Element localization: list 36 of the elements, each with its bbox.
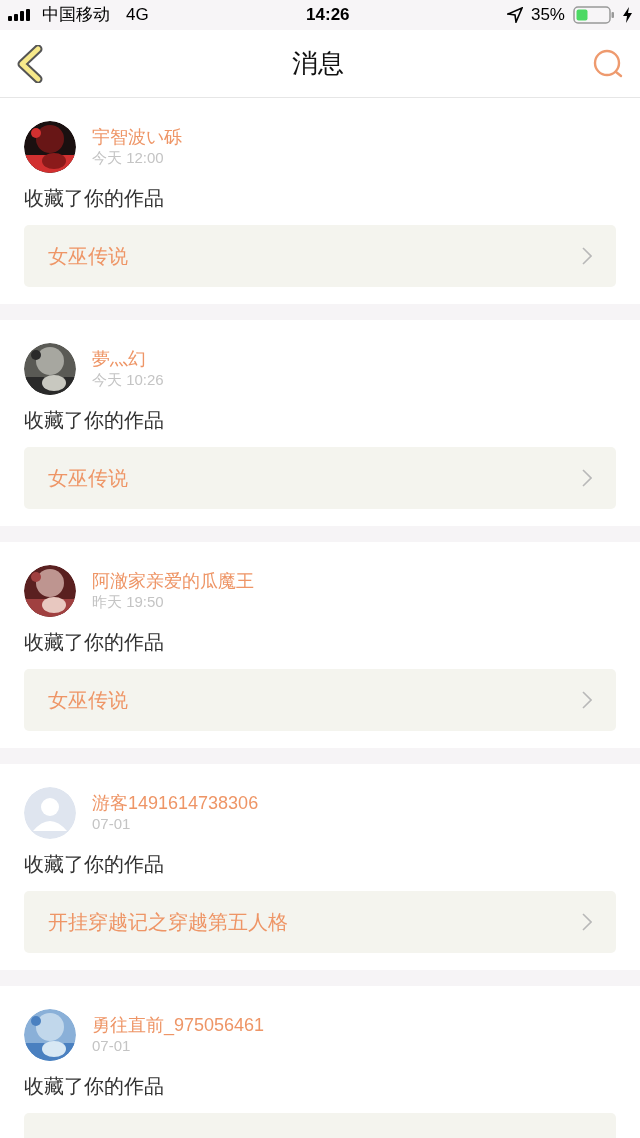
battery-icon <box>573 6 615 24</box>
clock: 14:26 <box>306 4 350 27</box>
default-avatar-icon <box>24 787 76 839</box>
search-button[interactable] <box>592 47 624 80</box>
work-link[interactable]: 女巫传说 <box>24 447 616 509</box>
battery-percent: 35% <box>530 4 565 27</box>
message-time: 07-01 <box>92 814 132 833</box>
user-name[interactable]: 阿澈家亲爱的瓜魔王 <box>92 571 254 593</box>
charging-icon <box>623 7 632 23</box>
work-link[interactable]: 女巫传说 <box>24 669 616 731</box>
work-link[interactable]: 开挂穿越记之穿越第五人格 <box>24 891 616 953</box>
message-text: 收藏了你的作品 <box>24 408 165 433</box>
carrier-name: 中国移动 <box>42 4 110 27</box>
message-time: 昨天 19:50 <box>92 592 165 611</box>
work-link[interactable]: 女巫传说 <box>24 225 616 287</box>
message-time: 今天 12:00 <box>92 148 165 167</box>
user-name[interactable]: 夢灬幻 <box>92 349 164 371</box>
user-name[interactable]: 宇智波い砾 <box>92 127 182 149</box>
chevron-icon <box>582 247 592 265</box>
message-text: 收藏了你的作品 <box>24 852 165 877</box>
message-text: 收藏了你的作品 <box>24 630 165 655</box>
chevron-icon <box>582 469 592 487</box>
message-text: 收藏了你的作品 <box>24 186 165 211</box>
chevron-icon <box>582 691 592 709</box>
search-icon <box>592 47 624 80</box>
page-title: 消息 <box>292 47 344 80</box>
message-time: 今天 10:26 <box>92 370 164 389</box>
back-icon <box>16 44 44 83</box>
back-button[interactable] <box>16 44 44 83</box>
message-time: 07-01 <box>92 1036 132 1055</box>
user-name[interactable]: 勇往直前_975056461 <box>92 1015 265 1037</box>
message-text: 收藏了你的作品 <box>24 1074 165 1099</box>
user-name[interactable]: 游客1491614738306 <box>92 793 259 815</box>
chevron-icon <box>582 913 592 931</box>
network-type: 4G <box>126 4 149 27</box>
location-icon <box>506 7 523 23</box>
